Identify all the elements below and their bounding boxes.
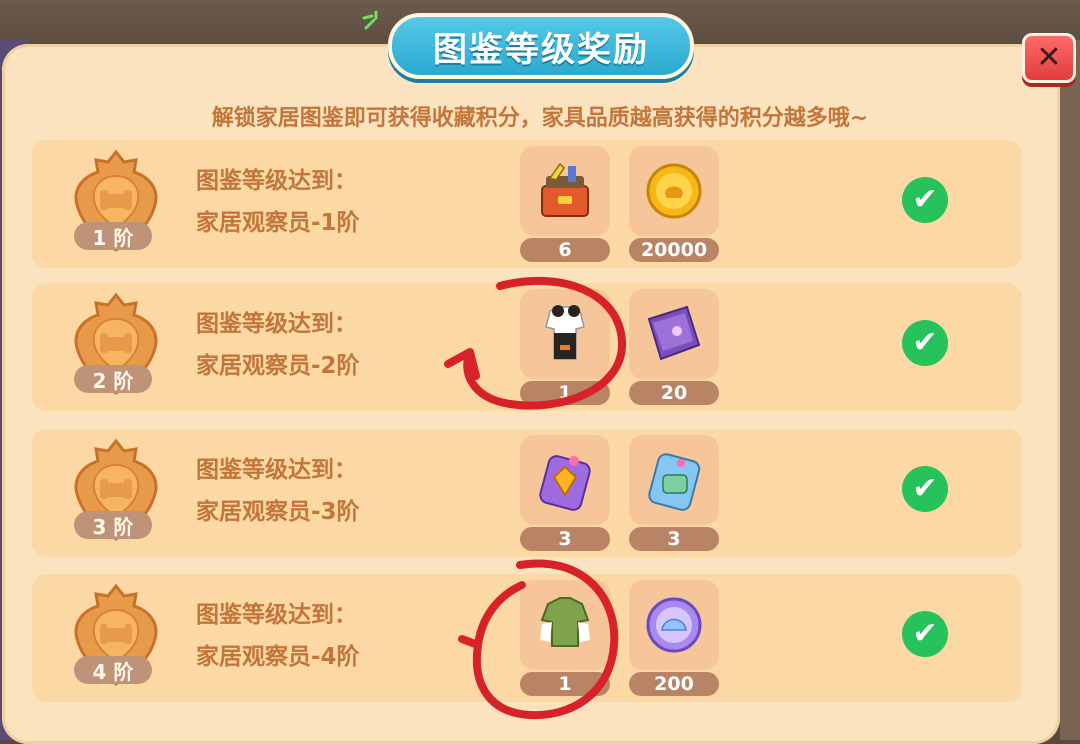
panel-title-text: 图鉴等级奖励 xyxy=(433,29,649,70)
green-shirt-icon xyxy=(540,597,590,647)
requirement-line-2: 家居观察员-3阶 xyxy=(196,499,360,525)
gold-coin-icon xyxy=(646,163,702,219)
panel-title: 图鉴等级奖励 xyxy=(388,13,694,79)
reward-count: 3 xyxy=(520,527,610,551)
reward-count: 1 xyxy=(520,672,610,696)
reward-count: 20000 xyxy=(629,238,719,262)
requirement-line-2: 家居观察员-2阶 xyxy=(196,353,360,379)
reward-count: 200 xyxy=(629,672,719,696)
reward-count: 3 xyxy=(629,527,719,551)
claimed-check-icon: ✔ xyxy=(902,611,948,657)
reward-item-slot[interactable] xyxy=(629,289,719,379)
sparkle-icon xyxy=(362,10,378,30)
reward-count: 6 xyxy=(520,238,610,262)
tier-label: 3 阶 xyxy=(74,511,152,539)
reward-item-slot[interactable] xyxy=(520,435,610,525)
description-text: 解锁家居图鉴即可获得收藏积分，家具品质越高获得的积分越多哦~ xyxy=(211,106,869,131)
requirement-text: 图鉴等级达到： 家居观察员-3阶 xyxy=(196,449,360,533)
claimed-check-icon: ✔ xyxy=(902,466,948,512)
reward-row-3: 3 阶 图鉴等级达到： 家居观察员-3阶 3 3 ✔ xyxy=(32,429,1022,557)
requirement-line-1: 图鉴等级达到： xyxy=(196,168,357,194)
reward-count: 1 xyxy=(520,381,610,405)
requirement-line-2: 家居观察员-1阶 xyxy=(196,210,360,236)
close-icon: ✕ xyxy=(1036,40,1062,75)
outfit-black-white-icon xyxy=(545,305,585,360)
reward-item-slot[interactable] xyxy=(629,146,719,236)
reward-row-1: 1 阶 图鉴等级达到： 家居观察员-1阶 6 20000 ✔ xyxy=(32,140,1022,268)
tier-label: 2 阶 xyxy=(74,365,152,393)
reward-row-2: 2 阶 图鉴等级达到： 家居观察员-2阶 1 20 ✔ xyxy=(32,283,1022,411)
reward-count: 20 xyxy=(629,381,719,405)
claimed-check-icon: ✔ xyxy=(902,320,948,366)
reward-item-slot[interactable] xyxy=(520,146,610,236)
reward-item-slot[interactable] xyxy=(520,580,610,670)
reward-item-slot[interactable] xyxy=(629,435,719,525)
reward-item-slot[interactable] xyxy=(520,289,610,379)
requirement-text: 图鉴等级达到： 家居观察员-1阶 xyxy=(196,160,360,244)
requirement-text: 图鉴等级达到： 家居观察员-4阶 xyxy=(196,594,360,678)
tier-label: 1 阶 xyxy=(74,222,152,250)
close-button[interactable]: ✕ xyxy=(1022,33,1076,83)
requirement-line-1: 图鉴等级达到： xyxy=(196,311,357,337)
requirement-line-2: 家居观察员-4阶 xyxy=(196,644,360,670)
purple-book-icon xyxy=(647,305,701,361)
orange-gem-card-icon xyxy=(539,455,591,511)
purple-shell-coin-icon xyxy=(646,597,702,653)
reward-row-4: 4 阶 图鉴等级达到： 家居观察员-4阶 1 200 ✔ xyxy=(32,574,1022,702)
blue-furniture-card-icon xyxy=(648,453,701,511)
tier-label: 4 阶 xyxy=(74,656,152,684)
reward-item-slot[interactable] xyxy=(629,580,719,670)
requirement-line-1: 图鉴等级达到： xyxy=(196,457,357,483)
toolbox-icon xyxy=(541,162,589,217)
claimed-check-icon: ✔ xyxy=(902,177,948,223)
background-right xyxy=(1060,40,1080,740)
requirement-text: 图鉴等级达到： 家居观察员-2阶 xyxy=(196,303,360,387)
requirement-line-1: 图鉴等级达到： xyxy=(196,602,357,628)
